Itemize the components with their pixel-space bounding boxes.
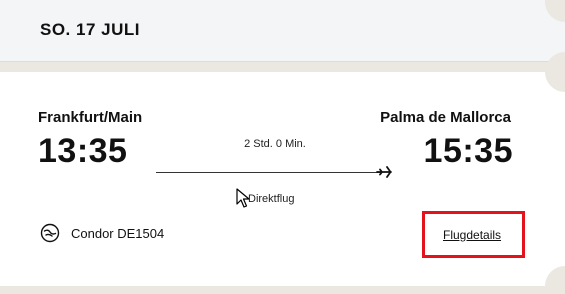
flight-duration: 2 Std. 0 Min.: [244, 138, 306, 150]
departure-time: 13:35: [38, 132, 128, 170]
flight-details-link[interactable]: Flugdetails: [443, 228, 501, 242]
destination-city: Palma de Mallorca: [380, 109, 511, 126]
ticket-notch-decoration: [545, 266, 565, 294]
origin-city: Frankfurt/Main: [38, 109, 143, 126]
flight-date: SO. 17 JULI: [40, 20, 140, 39]
flight-card: Frankfurt/Main Palma de Mallorca 13:35 1…: [0, 52, 565, 294]
flight-type: Direktflug: [248, 193, 295, 205]
arrival-time: 15:35: [423, 132, 513, 170]
airline-flight-number: Condor DE1504: [71, 226, 165, 241]
date-header: SO. 17 JULI: [0, 0, 565, 62]
condor-logo-icon: [40, 223, 60, 243]
plane-icon: [376, 166, 392, 178]
route-line: [156, 172, 380, 173]
